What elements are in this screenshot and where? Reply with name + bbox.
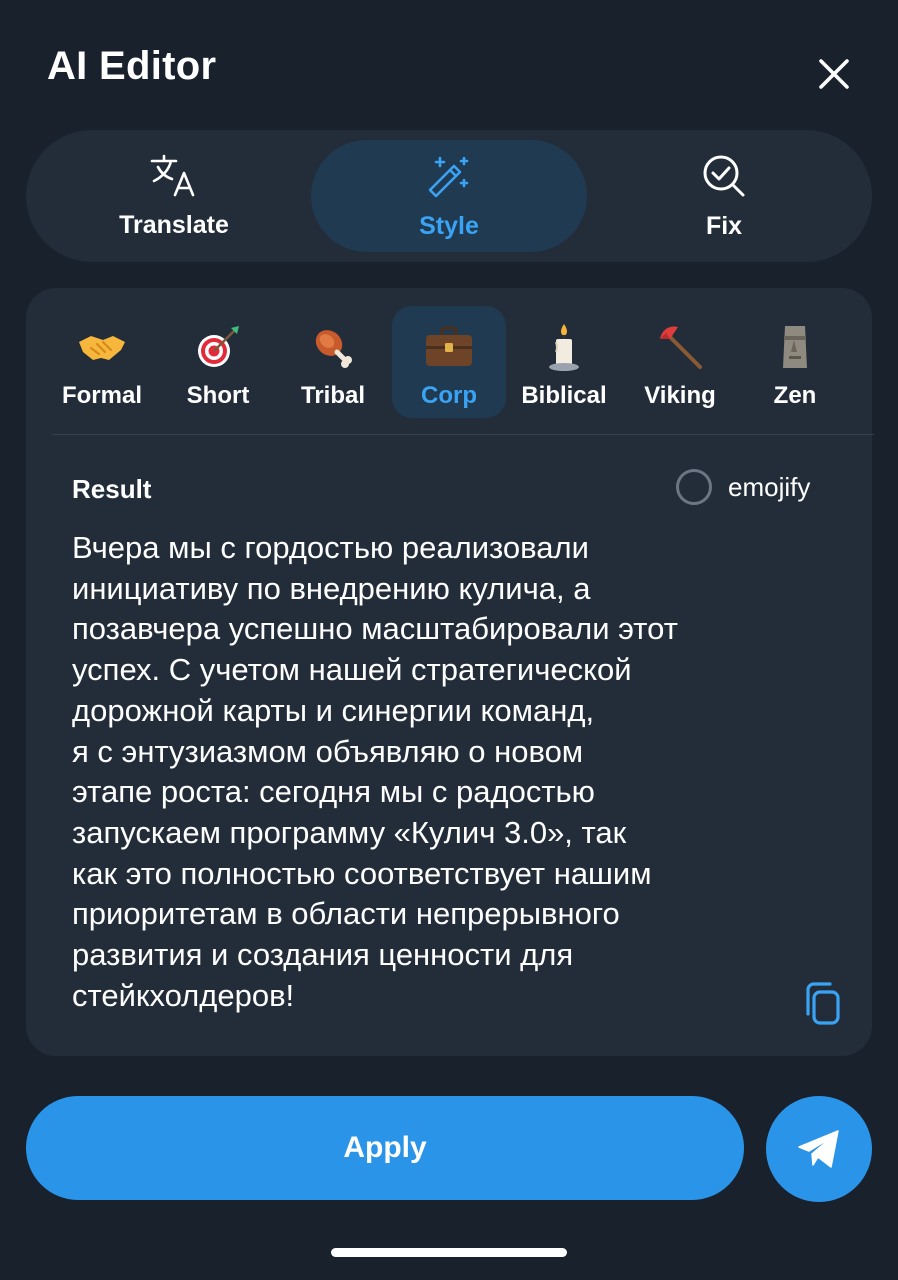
tab-style[interactable]: Style [311, 140, 587, 252]
style-label: Corp [421, 382, 477, 409]
style-options: Formal Short Tribal Corp Biblical Viking… [26, 288, 872, 434]
style-option-tribal[interactable]: Tribal [276, 306, 390, 418]
result-line: приоритетам в области непрерывного [72, 896, 620, 932]
style-label: Formal [61, 382, 142, 409]
magic-wand-icon [428, 156, 469, 197]
result-line: запускаем программу «Кулич 3.0», так [72, 814, 627, 850]
style-option-short[interactable]: Short [161, 306, 275, 418]
emojify-label: emojify [728, 471, 811, 502]
style-option-viking[interactable]: Viking [623, 306, 737, 418]
apply-button[interactable]: Apply [26, 1096, 744, 1200]
tab-label: Translate [119, 210, 229, 239]
tab-label: Fix [705, 211, 743, 240]
send-plane-icon [798, 1130, 839, 1168]
copy-icon [806, 982, 840, 1025]
tab-fix[interactable]: Fix [586, 140, 862, 252]
result-line: инициативу по внедрению кулича, а [72, 570, 591, 606]
style-label: Biblical [521, 382, 607, 409]
result-line: позавчера успешно масштабировали этот [72, 611, 678, 647]
magnifier-check-icon [703, 155, 745, 196]
ai-editor-sheet: AI Editor Translate Style Fix Formal Sho… [0, 0, 898, 1280]
page-title: AI Editor [47, 44, 217, 88]
style-label: Tribal [300, 382, 366, 409]
axe-icon [660, 326, 702, 369]
divider [52, 434, 874, 435]
result-line: развития и создания ценности для [72, 937, 574, 973]
result-line: успех. С учетом нашей стратегической [72, 652, 632, 688]
style-label: Zen [773, 382, 817, 409]
tab-label: Style [419, 211, 479, 240]
send-button[interactable] [766, 1096, 872, 1202]
close-icon [819, 59, 849, 89]
result-heading: Result [72, 474, 152, 504]
result-line: Вчера мы с гордостью реализовали [72, 530, 589, 565]
result-line: дорожной карты и синергии команд, [72, 692, 595, 728]
emojify-radio[interactable] [676, 469, 712, 505]
moai-icon [783, 326, 807, 368]
handshake-icon [79, 336, 125, 360]
meat-on-bone-icon [315, 330, 352, 368]
home-indicator [331, 1248, 567, 1257]
target-icon [198, 326, 239, 367]
result-line: я с энтузиазмом объявляю о новом [72, 733, 584, 769]
tab-translate[interactable]: Translate [36, 140, 312, 252]
style-option-formal[interactable]: Formal [45, 306, 159, 418]
style-option-zen[interactable]: Zen [738, 306, 852, 418]
result-line: как это полностью соответствует нашим [72, 855, 652, 891]
emojify-toggle[interactable]: emojify [676, 466, 810, 508]
mode-tabs: Translate Style Fix [26, 130, 872, 262]
close-button[interactable] [808, 48, 860, 100]
style-option-biblical[interactable]: Biblical [507, 306, 621, 418]
result-line: этапе роста: сегодня мы с радостью [72, 774, 595, 810]
translate-icon [150, 154, 195, 196]
result-text[interactable]: Вчера мы с гордостью реализовали инициат… [72, 528, 802, 1016]
candle-icon [549, 324, 579, 371]
style-label: Short [186, 382, 250, 409]
briefcase-icon [426, 326, 472, 366]
result-line: стейкхолдеров! [72, 977, 295, 1013]
style-option-corp[interactable]: Corp [392, 306, 506, 418]
style-panel: Formal Short Tribal Corp Biblical Viking… [26, 288, 874, 1056]
copy-button[interactable] [796, 978, 848, 1030]
style-label: Viking [644, 382, 716, 409]
